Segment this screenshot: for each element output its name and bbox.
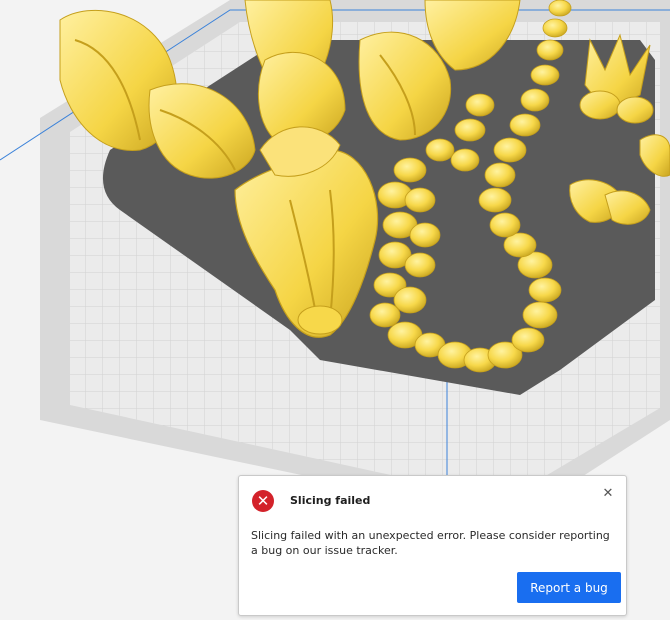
notification-message: Slicing failed with an unexpected error.… [251, 529, 610, 557]
report-bug-button[interactable]: Report a bug [517, 572, 621, 603]
close-icon[interactable]: ✕ [600, 486, 616, 502]
error-glyph: ✕ [256, 492, 270, 510]
slicing-failed-notification: ✕ Slicing failed ✕ Slicing failed with a… [238, 475, 627, 616]
error-icon: ✕ [252, 490, 274, 512]
notification-title: Slicing failed [290, 494, 371, 507]
